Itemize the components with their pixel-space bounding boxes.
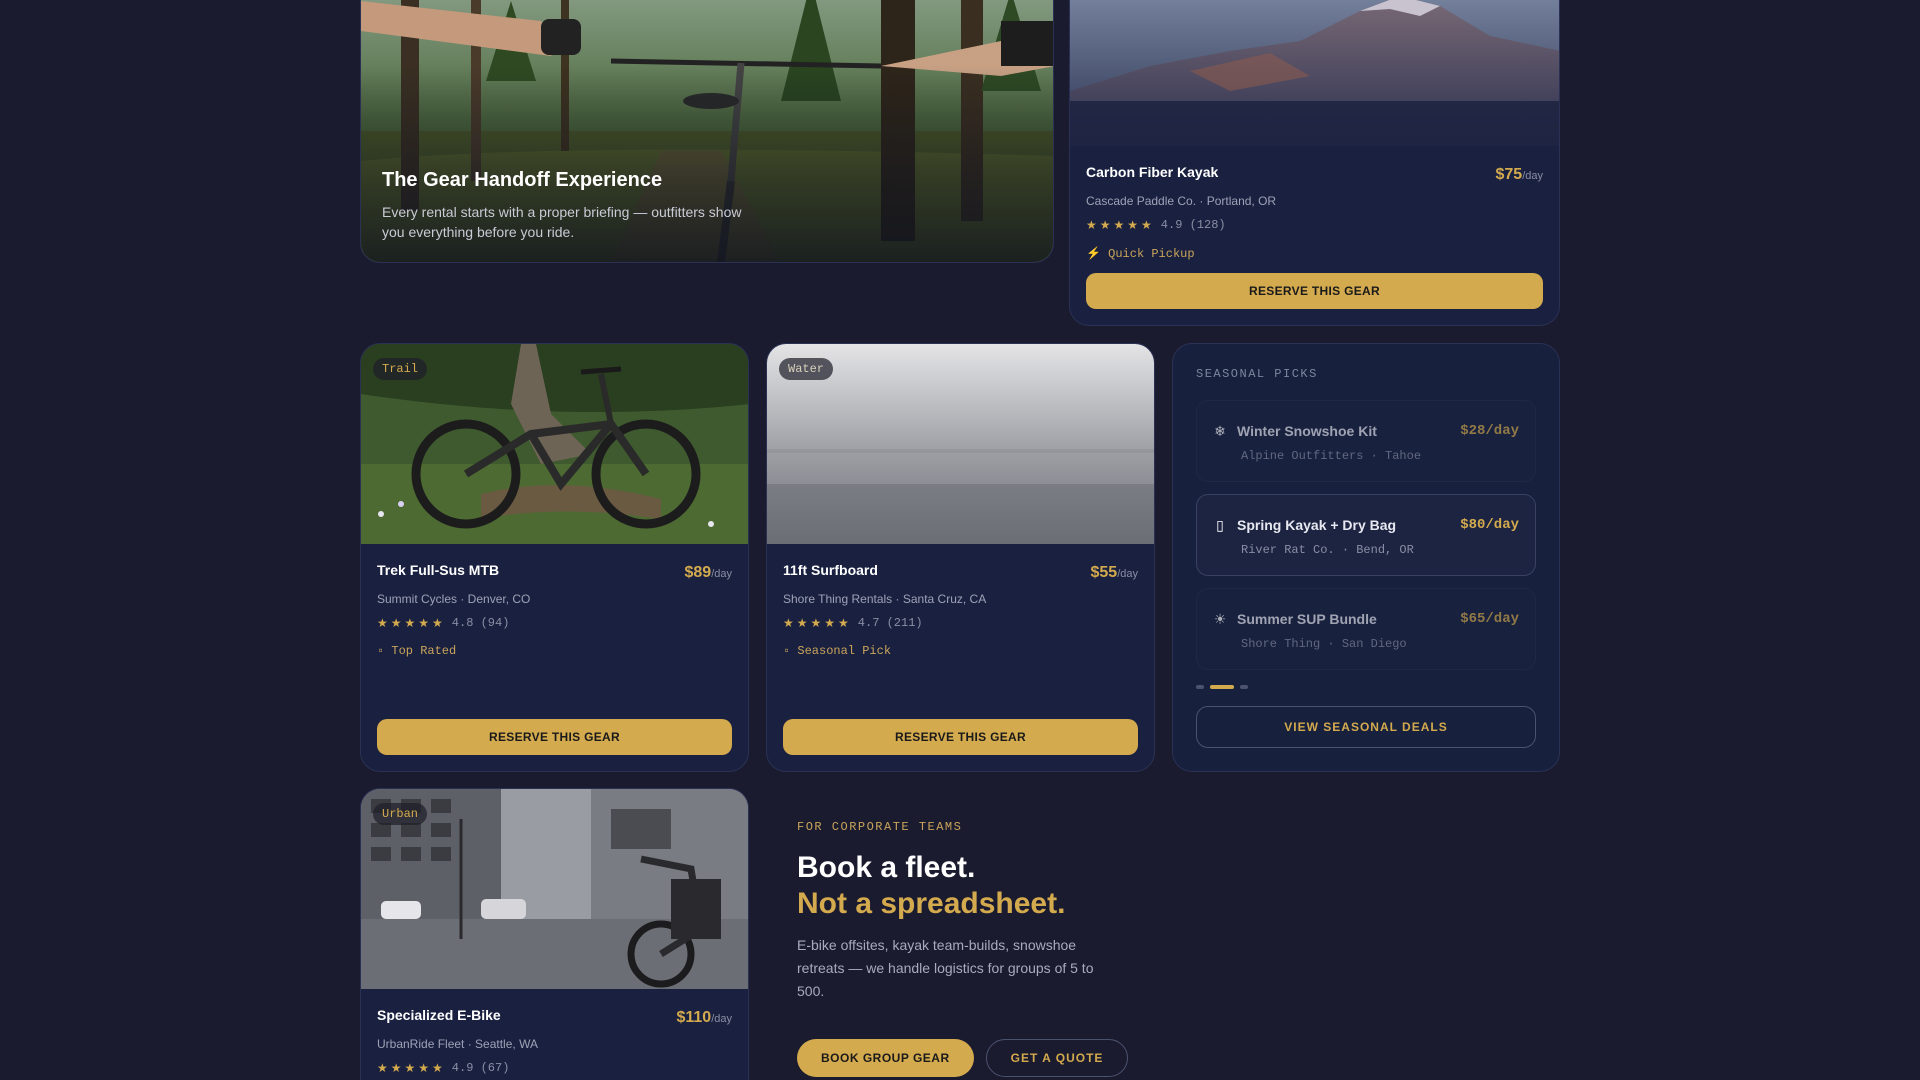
carousel-dot[interactable]	[1240, 685, 1248, 689]
gear-vendor: Summit Cycles · Denver, CO	[377, 592, 531, 606]
carousel-dots	[1196, 685, 1248, 689]
season-item-vendor: Alpine Outfitters · Tahoe	[1241, 449, 1422, 463]
corporate-description: E-bike offsites, kayak team-builds, snow…	[797, 937, 1094, 999]
carousel-dot-active[interactable]	[1210, 685, 1234, 689]
season-item-name: Summer SUP Bundle	[1237, 611, 1377, 627]
gear-rating: ★★★★★ 4.9 (67)	[377, 1061, 732, 1075]
gear-body: Specialized E-Bike $110/day UrbanRide Fl…	[361, 989, 748, 1080]
gear-image: Water	[767, 344, 1154, 544]
category-tag: Urban	[373, 803, 428, 825]
corporate-headline: Book a fleet.	[797, 851, 976, 884]
gear-vendor: UrbanRide Fleet · Seattle, WA	[377, 1037, 538, 1051]
season-item-name: Spring Kayak + Dry Bag	[1237, 517, 1397, 533]
season-item-summer[interactable]: ☀ Summer SUP Bundle $65/day Shore Thing …	[1196, 588, 1536, 670]
hero-description: Every rental starts with a proper briefi…	[382, 204, 742, 240]
corporate-buttons: BOOK GROUP GEAR GET A QUOTE	[797, 1039, 1217, 1077]
gear-price: $110/day	[676, 1009, 732, 1026]
gear-badge: ⚡ Quick Pickup	[1086, 247, 1195, 261]
sun-icon: ☀	[1213, 611, 1227, 627]
carousel-dot[interactable]	[1196, 685, 1204, 689]
rating-text: 4.9 (128)	[1160, 218, 1226, 232]
season-item-vendor: River Rat Co. · Bend, OR	[1241, 543, 1414, 557]
gear-body: 11ft Surfboard $55/day Shore Thing Renta…	[767, 544, 1154, 674]
gear-body: Trek Full-Sus MTB $89/day Summit Cycles …	[361, 544, 748, 674]
season-item-spring[interactable]: ▯ Spring Kayak + Dry Bag $80/day River R…	[1196, 494, 1536, 576]
gear-card-ebike[interactable]: Urban Specialized E-Bike $110/day UrbanR…	[360, 788, 749, 1080]
gear-image	[1070, 0, 1559, 146]
corporate-subheadline: Not a spreadsheet.	[797, 887, 1066, 920]
category-tag: Trail	[373, 358, 428, 380]
reserve-button[interactable]: RESERVE THIS GEAR	[1086, 273, 1543, 309]
hero-card: The Gear Handoff Experience Every rental…	[360, 0, 1054, 263]
star-icons: ★★★★★	[377, 1061, 446, 1075]
gear-badge: ▫ Top Rated	[377, 644, 457, 658]
category-tag: Water	[779, 358, 834, 380]
gear-image: Trail	[361, 344, 748, 544]
seasonal-label: SEASONAL PICKS	[1196, 367, 1318, 381]
kayak-icon: ▯	[1216, 517, 1224, 533]
gear-card-surfboard[interactable]: Water 11ft Surfboard $55/day Shore Thing…	[766, 343, 1155, 772]
gear-rating: ★★★★★ 4.8 (94)	[377, 616, 732, 630]
book-group-gear-button[interactable]: BOOK GROUP GEAR	[797, 1039, 974, 1077]
gear-rating: ★★★★★ 4.9 (128)	[1086, 218, 1543, 232]
gear-card-mtb[interactable]: Trail Trek Full-Sus MTB $89/day Summit C…	[360, 343, 749, 772]
gear-body: Carbon Fiber Kayak $75/day Cascade Paddl…	[1070, 146, 1559, 277]
star-icons: ★★★★★	[1086, 218, 1155, 232]
seasonal-picks-panel: SEASONAL PICKS ❄ Winter Snowshoe Kit $28…	[1172, 343, 1560, 772]
gear-name: 11ft Surfboard	[783, 562, 878, 578]
season-item-vendor: Shore Thing · San Diego	[1241, 637, 1407, 651]
season-item-winter[interactable]: ❄ Winter Snowshoe Kit $28/day Alpine Out…	[1196, 400, 1536, 482]
hero-text: The Gear Handoff Experience Every rental…	[382, 169, 762, 242]
snowflake-icon: ❄	[1214, 423, 1226, 439]
reserve-button[interactable]: RESERVE THIS GEAR	[377, 719, 732, 755]
gear-name: Trek Full-Sus MTB	[377, 562, 500, 578]
gear-name: Specialized E-Bike	[377, 1007, 501, 1023]
gear-price: $55/day	[1090, 564, 1139, 581]
hero-title: The Gear Handoff Experience	[382, 169, 663, 191]
gear-price: $89/day	[684, 564, 733, 581]
corporate-section: FOR CORPORATE TEAMS Book a fleet. Not a …	[797, 820, 1217, 1077]
gear-price: $75/day	[1495, 166, 1544, 183]
reserve-button[interactable]: RESERVE THIS GEAR	[783, 719, 1138, 755]
season-item-price: $80/day	[1460, 517, 1519, 533]
gear-image: Urban	[361, 789, 748, 989]
season-item-price: $28/day	[1460, 423, 1519, 439]
view-seasonal-deals-button[interactable]: VIEW SEASONAL DEALS	[1196, 706, 1536, 748]
star-icons: ★★★★★	[377, 616, 446, 630]
gear-vendor: Shore Thing Rentals · Santa Cruz, CA	[783, 592, 987, 606]
rating-text: 4.8 (94)	[451, 616, 510, 630]
gear-card-kayak[interactable]: Carbon Fiber Kayak $75/day Cascade Paddl…	[1069, 0, 1560, 326]
gear-badge: ▫ Seasonal Pick	[783, 644, 892, 658]
rating-text: 4.7 (211)	[857, 616, 923, 630]
gear-rating: ★★★★★ 4.7 (211)	[783, 616, 1138, 630]
season-item-price: $65/day	[1460, 611, 1519, 627]
gear-vendor: Cascade Paddle Co. · Portland, OR	[1086, 194, 1277, 208]
gear-name: Carbon Fiber Kayak	[1086, 164, 1219, 180]
star-icons: ★★★★★	[783, 616, 852, 630]
rating-text: 4.9 (67)	[451, 1061, 510, 1075]
season-item-name: Winter Snowshoe Kit	[1237, 423, 1377, 439]
corporate-label: FOR CORPORATE TEAMS	[797, 820, 963, 834]
get-a-quote-button[interactable]: GET A QUOTE	[985, 1039, 1129, 1077]
